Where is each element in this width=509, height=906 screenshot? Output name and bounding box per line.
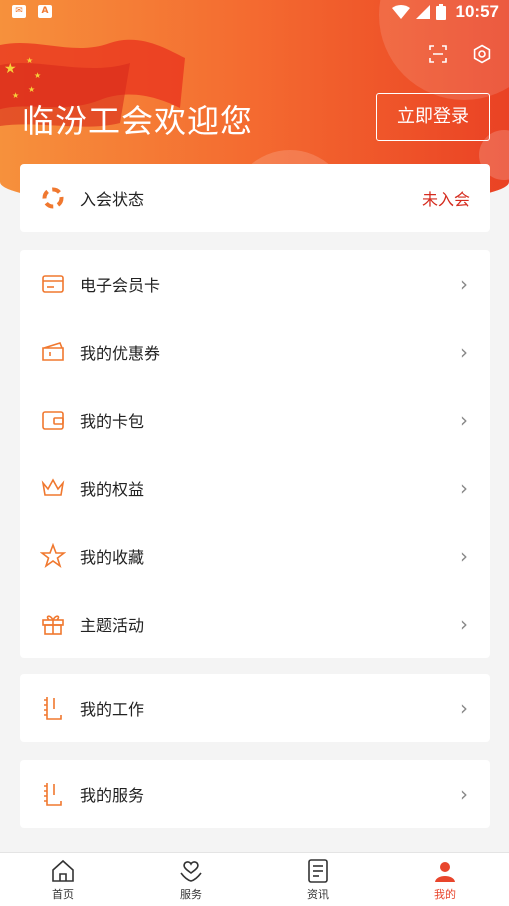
coupon-icon: [42, 342, 64, 361]
chevron-right-icon: ›: [460, 696, 468, 720]
menu-item-label: 我的优惠券: [80, 344, 161, 363]
notification-app-icon: ✉: [12, 5, 26, 18]
chevron-right-icon: ›: [460, 612, 468, 636]
clock: 10:57: [455, 2, 499, 21]
notebook-icon: [44, 783, 62, 806]
wifi-icon: [391, 5, 410, 19]
nav-label: 资讯: [307, 888, 329, 901]
star-icon: [40, 543, 66, 569]
menu-item-label: 我的工作: [80, 700, 145, 719]
status-bar: ✉ A 10:57: [0, 0, 509, 26]
menu-item-benefits[interactable]: 我的权益 ›: [20, 454, 490, 522]
svg-text:★: ★: [26, 56, 33, 65]
menu-card: 电子会员卡 › 我的优惠券 › 我的卡包 › 我的权益 › 我的收藏 › 主题活…: [20, 250, 490, 658]
menu-item-favorites[interactable]: 我的收藏 ›: [20, 522, 490, 590]
crown-icon: [41, 478, 65, 496]
menu-item-coupon[interactable]: 我的优惠券 ›: [20, 318, 490, 386]
menu-item-label: 我的服务: [80, 786, 145, 805]
nav-profile[interactable]: 我的: [405, 859, 485, 902]
menu-item-label: 我的权益: [80, 480, 145, 499]
menu-item-activities[interactable]: 主题活动 ›: [20, 590, 490, 658]
service-card: 我的服务 ›: [20, 760, 490, 828]
battery-icon: [435, 4, 446, 20]
home-icon: [52, 859, 74, 882]
gift-icon: [42, 615, 64, 635]
chevron-right-icon: ›: [460, 272, 468, 296]
menu-item-label: 电子会员卡: [80, 276, 161, 295]
menu-item-member-card[interactable]: 电子会员卡 ›: [20, 250, 490, 318]
menu-item-label: 我的收藏: [80, 548, 145, 567]
menu-item-label: 我的卡包: [80, 412, 145, 431]
scan-icon[interactable]: [428, 44, 448, 64]
notebook-icon: [44, 697, 62, 720]
svg-text:★: ★: [12, 91, 19, 100]
nav-label: 服务: [180, 888, 202, 901]
chevron-right-icon: ›: [460, 340, 468, 364]
svg-text:★: ★: [4, 61, 17, 77]
chevron-right-icon: ›: [460, 544, 468, 568]
menu-item-wallet[interactable]: 我的卡包 ›: [20, 386, 490, 454]
nav-news[interactable]: 资讯: [278, 859, 358, 902]
nav-label: 我的: [434, 888, 456, 901]
menu-item-work[interactable]: 我的工作 ›: [20, 674, 490, 742]
menu-item-label: 主题活动: [80, 616, 145, 635]
svg-text:★: ★: [34, 71, 41, 80]
chevron-right-icon: ›: [460, 476, 468, 500]
nav-home[interactable]: 首页: [23, 859, 103, 902]
nav-label: 首页: [52, 888, 74, 901]
membership-status-label: 入会状态: [80, 190, 145, 209]
chevron-right-icon: ›: [460, 408, 468, 432]
chevron-right-icon: ›: [460, 782, 468, 806]
svg-text:★: ★: [28, 85, 35, 94]
menu-item-service[interactable]: 我的服务 ›: [20, 760, 490, 828]
wallet-icon: [42, 411, 64, 430]
membership-status-row[interactable]: 入会状态 未入会: [20, 164, 490, 232]
welcome-title: 临汾工会欢迎您: [22, 102, 254, 140]
news-icon: [308, 859, 328, 883]
membership-status-value: 未入会: [421, 190, 470, 209]
membership-status-card: 入会状态 未入会: [20, 164, 490, 232]
signal-icon: [415, 5, 430, 19]
profile-icon: [435, 862, 455, 882]
notification-app-icon: A: [38, 5, 52, 18]
member-status-icon: [42, 187, 64, 209]
member-card-icon: [42, 275, 64, 293]
nav-service[interactable]: 服务: [151, 859, 231, 902]
heart-service-icon: [180, 861, 202, 882]
bottom-nav: 首页 服务 资讯 我的: [0, 852, 509, 906]
work-card: 我的工作 ›: [20, 674, 490, 742]
login-button[interactable]: 立即登录: [376, 93, 490, 141]
gear-icon[interactable]: [472, 44, 492, 64]
